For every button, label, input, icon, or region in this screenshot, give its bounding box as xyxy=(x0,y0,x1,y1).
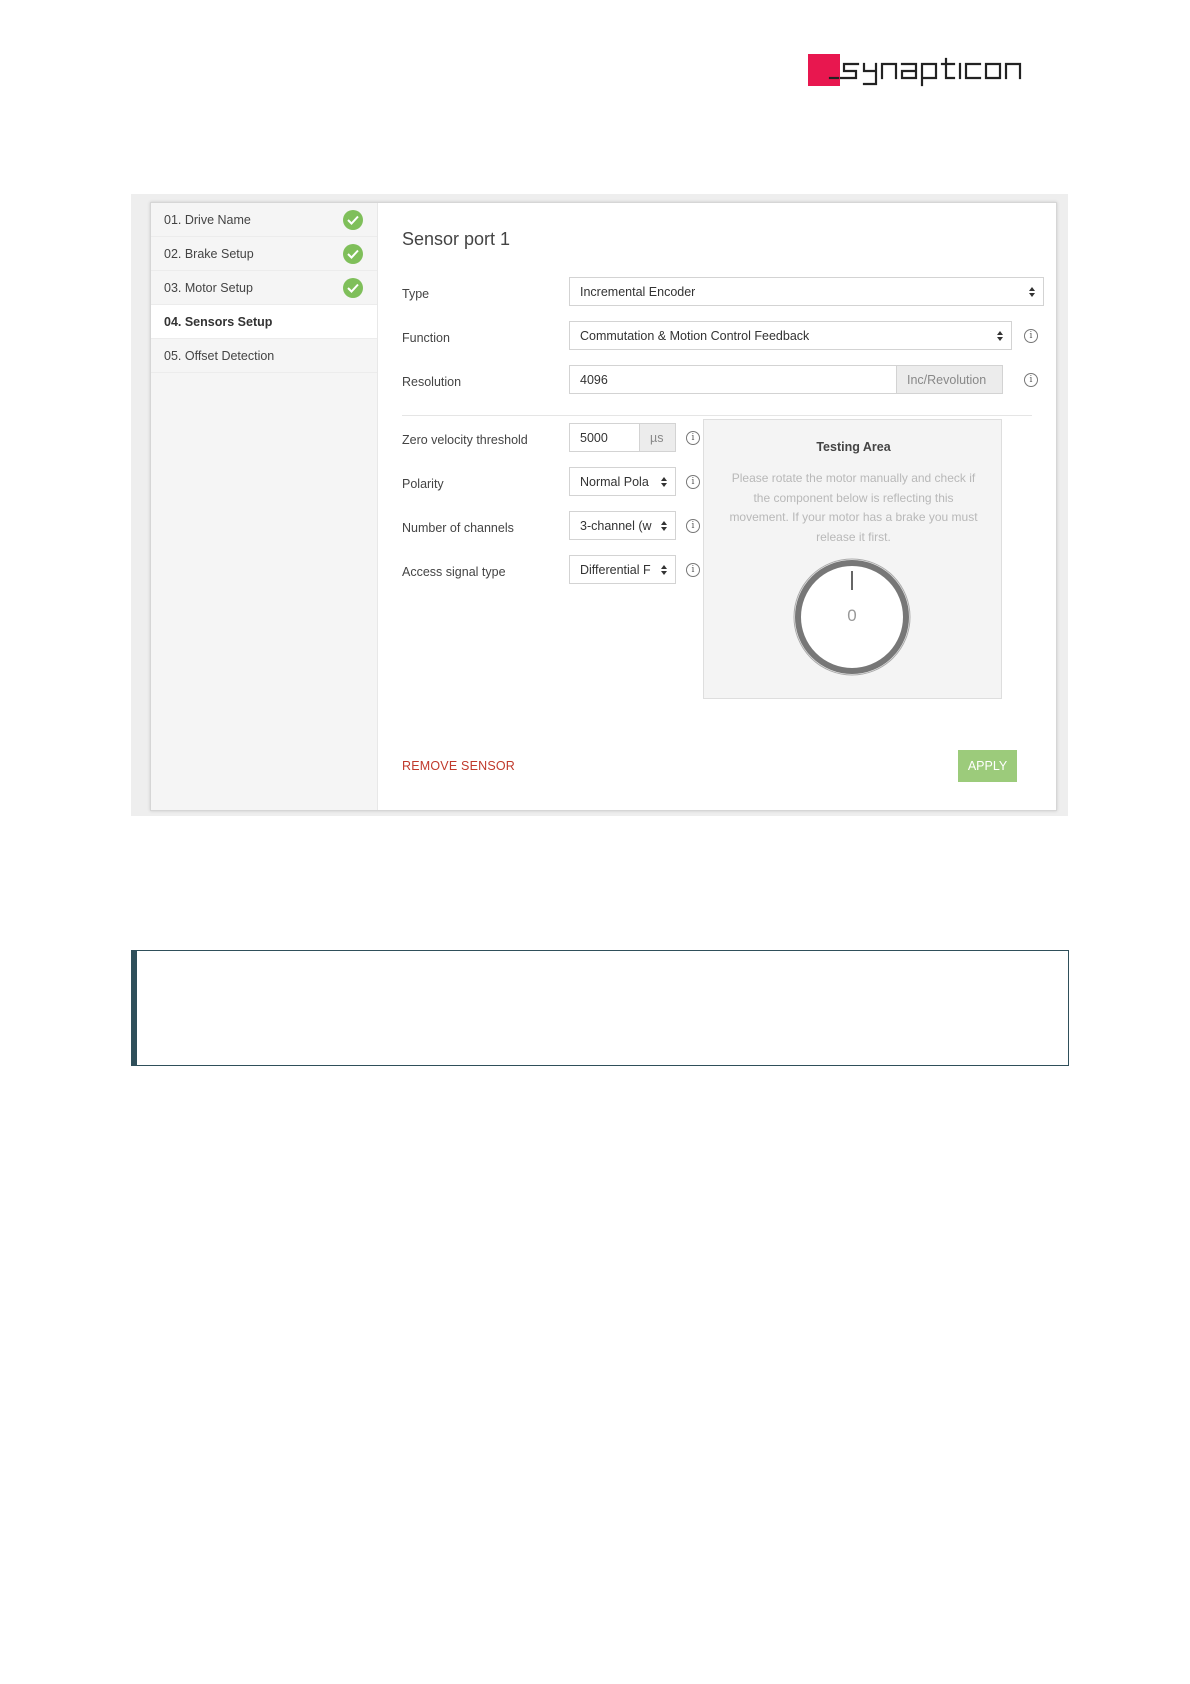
info-icon[interactable]: i xyxy=(686,431,700,445)
step-offset-detection[interactable]: 05. Offset Detection xyxy=(151,339,377,373)
channels-value: 3-channel (w xyxy=(580,519,652,533)
apply-button[interactable]: APPLY xyxy=(958,750,1017,782)
info-icon[interactable]: i xyxy=(1024,329,1038,343)
step-label: 04. Sensors Setup xyxy=(164,315,273,329)
page-title: Sensor port 1 xyxy=(402,229,511,249)
step-drive-name[interactable]: 01. Drive Name xyxy=(151,203,377,237)
sort-arrows-icon xyxy=(997,330,1003,342)
type-select[interactable]: Incremental Encoder xyxy=(569,277,1044,306)
access-signal-value: Differential F xyxy=(580,563,651,577)
function-label: Function xyxy=(402,331,450,345)
testing-area: Testing Area Please rotate the motor man… xyxy=(703,419,1002,699)
step-label: 02. Brake Setup xyxy=(164,247,254,261)
step-label: 03. Motor Setup xyxy=(164,281,253,295)
step-brake-setup[interactable]: 02. Brake Setup xyxy=(151,237,377,271)
info-icon[interactable]: i xyxy=(686,563,700,577)
sensor-form: Sensor port 1 Type Incremental Encoder F… xyxy=(378,203,1056,810)
resolution-value: 4096 xyxy=(580,373,608,387)
wizard-card: 01. Drive Name 02. Brake Setup 03. Motor… xyxy=(150,202,1057,811)
sort-arrows-icon xyxy=(661,476,667,488)
function-select[interactable]: Commutation & Motion Control Feedback xyxy=(569,321,1012,350)
synapticon-logo xyxy=(808,54,1070,88)
channels-select[interactable]: 3-channel (w xyxy=(569,511,676,540)
sort-arrows-icon xyxy=(1029,286,1035,298)
zero-velocity-value: 5000 xyxy=(580,431,608,445)
step-label: 05. Offset Detection xyxy=(164,349,275,363)
sort-arrows-icon xyxy=(661,564,667,576)
logo-wordmark xyxy=(828,57,1022,87)
zero-velocity-input[interactable]: 5000 µs xyxy=(569,423,676,452)
resolution-unit: Inc/Revolution xyxy=(896,366,1002,393)
sort-arrows-icon xyxy=(661,520,667,532)
info-icon[interactable]: i xyxy=(1024,373,1038,387)
step-label: 01. Drive Name xyxy=(164,213,251,227)
check-icon xyxy=(343,244,363,264)
wizard-sidebar: 01. Drive Name 02. Brake Setup 03. Motor… xyxy=(151,203,378,810)
type-label: Type xyxy=(402,287,430,301)
access-signal-select[interactable]: Differential F xyxy=(569,555,676,584)
testing-area-instructions: Please rotate the motor manually and che… xyxy=(729,471,978,544)
resolution-label: Resolution xyxy=(402,375,462,389)
zero-velocity-unit: µs xyxy=(639,424,675,451)
info-icon[interactable]: i xyxy=(686,475,700,489)
screenshot-frame: 01. Drive Name 02. Brake Setup 03. Motor… xyxy=(131,194,1068,816)
step-sensors-setup[interactable]: 04. Sensors Setup xyxy=(151,305,377,339)
zero-velocity-label: Zero velocity threshold xyxy=(402,433,528,447)
testing-area-title: Testing Area xyxy=(816,440,891,454)
access-signal-label: Access signal type xyxy=(402,565,506,579)
channels-label: Number of channels xyxy=(402,521,514,535)
function-value: Commutation & Motion Control Feedback xyxy=(580,329,810,343)
step-motor-setup[interactable]: 03. Motor Setup xyxy=(151,271,377,305)
dial-value: 0 xyxy=(847,606,857,625)
polarity-label: Polarity xyxy=(402,477,444,491)
check-icon xyxy=(343,278,363,298)
check-icon xyxy=(343,210,363,230)
polarity-select[interactable]: Normal Pola xyxy=(569,467,676,496)
info-icon[interactable]: i xyxy=(686,519,700,533)
type-value: Incremental Encoder xyxy=(580,285,696,299)
divider xyxy=(402,415,1032,416)
resolution-input[interactable]: 4096 Inc/Revolution xyxy=(569,365,1003,394)
polarity-value: Normal Pola xyxy=(580,475,649,489)
note-box xyxy=(131,950,1069,1066)
remove-sensor-button[interactable]: REMOVE SENSOR xyxy=(402,759,515,773)
